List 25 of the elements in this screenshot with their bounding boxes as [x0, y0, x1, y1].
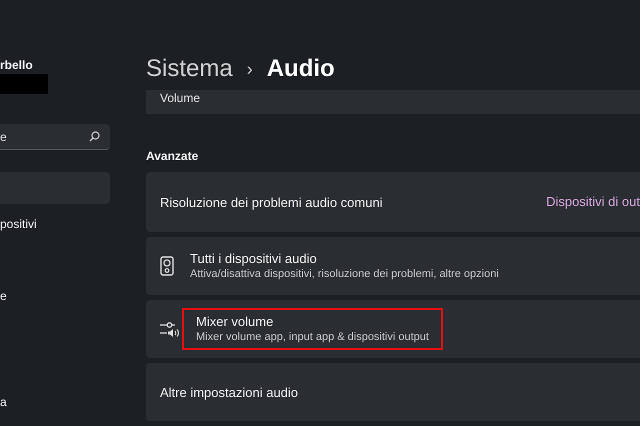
nav-item[interactable]: positivi — [0, 208, 110, 240]
card-subtitle: Mixer volume app, input app & dispositivi output — [196, 330, 429, 345]
breadcrumb-current: Audio — [266, 54, 335, 84]
user-name: rbello — [0, 57, 34, 73]
nav-item[interactable]: a — [0, 386, 110, 418]
settings-card[interactable]: Altre impostazioni audio — [146, 363, 640, 421]
mixer-icon — [160, 321, 180, 337]
card-title: Risoluzione dei problemi audio comuni — [160, 194, 383, 210]
search-icon — [89, 131, 100, 142]
speaker-icon — [160, 256, 174, 276]
redaction-bar — [0, 74, 48, 94]
card-title: Tutti i dispositivi audio — [190, 250, 318, 267]
settings-card[interactable]: Mixer volume Mixer volume app, input app & dispositivi output — [146, 300, 640, 358]
settings-card[interactable]: Risoluzione dei problemi audio comuni Dispositivi di out — [146, 172, 640, 232]
section-heading: Avanzate — [146, 148, 200, 164]
breadcrumb-separator: › — [246, 58, 253, 80]
card-title: Altre impostazioni audio — [160, 384, 298, 400]
card-title: Mixer volume — [196, 313, 274, 330]
volume-label: Volume — [160, 91, 200, 105]
output-devices-link[interactable]: Dispositivi di out — [546, 192, 640, 212]
card-subtitle: Attiva/disattiva dispositivi, risoluzione dei problemi, altre opzioni — [190, 267, 499, 282]
breadcrumb-parent[interactable]: Sistema — [146, 54, 233, 84]
search-field[interactable]: e — [0, 124, 110, 150]
nav-item[interactable]: e — [0, 280, 110, 312]
settings-card[interactable]: Tutti i dispositivi audio Attiva/disattiva dispositivi, risoluzione dei problemi, altre opzioni — [146, 237, 640, 295]
